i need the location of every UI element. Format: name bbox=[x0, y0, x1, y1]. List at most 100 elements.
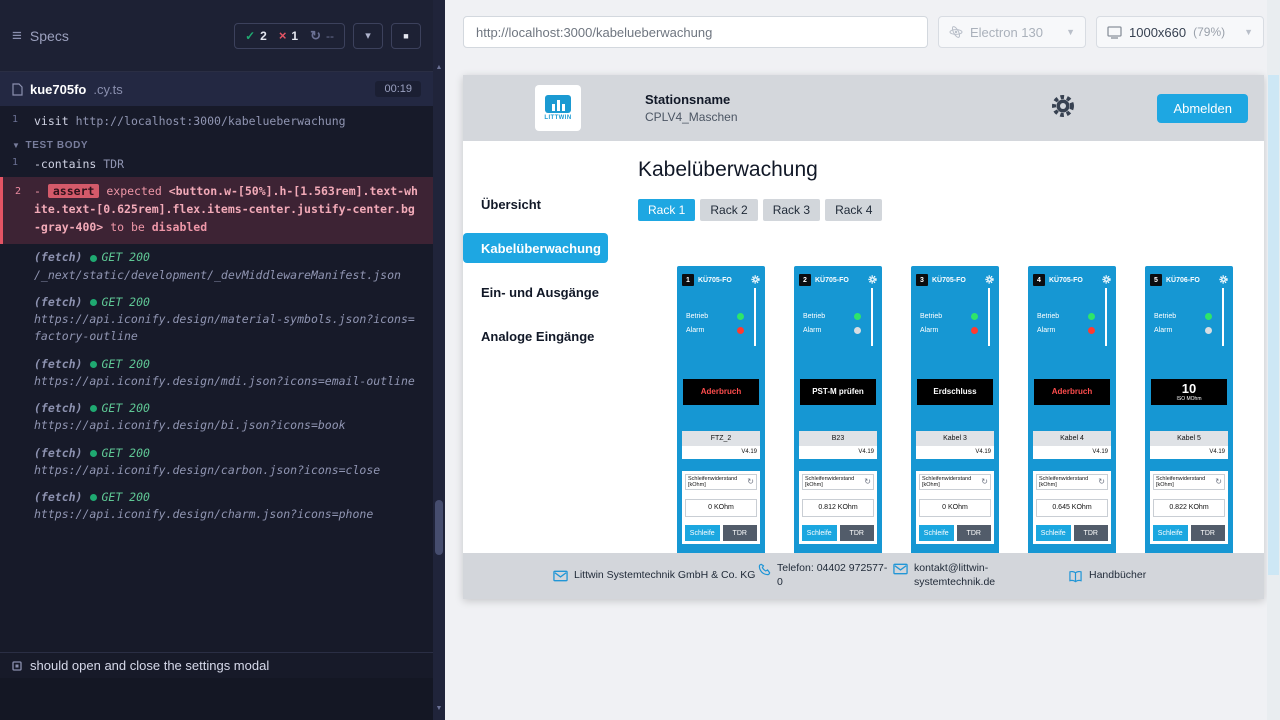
sidebar-item-uebersicht[interactable]: Übersicht bbox=[463, 189, 618, 219]
fetch-url: https://api.iconify.design/charm.json?ic… bbox=[34, 506, 421, 523]
logout-button[interactable]: Abmelden bbox=[1157, 94, 1248, 123]
tdr-button[interactable]: TDR bbox=[1191, 525, 1226, 541]
fetch-url: https://api.iconify.design/bi.json?icons… bbox=[34, 417, 421, 434]
gear-icon[interactable] bbox=[868, 271, 877, 289]
log-fetch-entry[interactable]: (fetch)GET 200 https://api.iconify.desig… bbox=[0, 395, 433, 440]
footer-phone: Telefon: 04402 972577-0 bbox=[758, 562, 893, 589]
cable-name-panel: B23V4.19 bbox=[799, 431, 877, 459]
log-fetch-entry[interactable]: (fetch)GET 200 https://api.iconify.desig… bbox=[0, 484, 433, 529]
status-display: 10ISO MOhm bbox=[1151, 379, 1227, 405]
app-header: LITTWIN Stationsname CPLV4_Maschen Abmel… bbox=[463, 75, 1264, 141]
gear-icon[interactable] bbox=[751, 271, 760, 289]
fetch-url: https://api.iconify.design/mdi.json?icon… bbox=[34, 373, 421, 390]
test-body-section[interactable]: ▼ TEST BODY bbox=[12, 140, 433, 151]
card-model: KÜ706-FO bbox=[1166, 277, 1216, 284]
fetch-url: https://api.iconify.design/carbon.json?i… bbox=[34, 462, 421, 479]
card-model: KÜ705-FO bbox=[1049, 277, 1099, 284]
tab-rack-2[interactable]: Rack 2 bbox=[700, 199, 757, 221]
collapse-button[interactable]: ▾ bbox=[353, 23, 383, 49]
refresh-icon[interactable]: ↻ bbox=[1098, 478, 1105, 486]
fetch-status: GET 200 bbox=[90, 400, 149, 417]
specs-label: Specs bbox=[30, 28, 69, 44]
log-command-visit[interactable]: 1 visit http://localhost:3000/kabelueber… bbox=[0, 111, 433, 131]
scroll-down-icon[interactable]: ▼ bbox=[433, 705, 445, 712]
url-input[interactable]: http://localhost:3000/kabelueberwachung bbox=[463, 16, 928, 48]
log-fetch-entry[interactable]: (fetch)GET 200 https://api.iconify.desig… bbox=[0, 440, 433, 485]
panel-filler bbox=[0, 678, 433, 720]
footer-company: Littwin Systemtechnik GmbH & Co. KG bbox=[553, 569, 758, 583]
settings-gear-icon[interactable] bbox=[1051, 94, 1075, 123]
resistance-panel: Schleifenwiderstand [kOhm]↻ 0.812 KOhm S… bbox=[799, 471, 877, 544]
next-test-item[interactable]: should open and close the settings modal bbox=[0, 652, 433, 678]
sidebar-item-kabelueberwachung[interactable]: Kabelüberwachung bbox=[463, 233, 608, 263]
rack-tabs: Rack 1 Rack 2 Rack 3 Rack 4 bbox=[638, 199, 1264, 221]
schleife-button[interactable]: Schleife bbox=[685, 525, 720, 541]
test-stats: ✓2 ×1 ↻-- bbox=[234, 23, 345, 49]
schleife-button[interactable]: Schleife bbox=[802, 525, 837, 541]
resistance-panel: Schleifenwiderstand [kOhm]↻ 0.822 KOhm S… bbox=[1150, 471, 1228, 544]
page-title: Kabelüberwachung bbox=[638, 158, 1264, 182]
specs-toggle[interactable]: ≡ Specs bbox=[12, 27, 69, 44]
tdr-button[interactable]: TDR bbox=[1074, 525, 1109, 541]
tdr-button[interactable]: TDR bbox=[840, 525, 875, 541]
card-number: 5 bbox=[1150, 274, 1162, 286]
sidebar-item-ein-und-ausgaenge[interactable]: Ein- und Ausgänge bbox=[463, 277, 618, 307]
betrieb-label: Betrieb bbox=[1037, 313, 1059, 320]
cable-name-panel: FTZ_2V4.19 bbox=[682, 431, 760, 459]
schleife-button[interactable]: Schleife bbox=[1153, 525, 1188, 541]
firmware-version: V4.19 bbox=[916, 446, 994, 459]
firmware-version: V4.19 bbox=[1150, 446, 1228, 459]
browser-pane: http://localhost:3000/kabelueberwachung … bbox=[445, 0, 1280, 720]
viewport-selector[interactable]: 1000x660 (79%) ▼ bbox=[1096, 16, 1264, 48]
schleife-button[interactable]: Schleife bbox=[919, 525, 954, 541]
scroll-up-icon[interactable]: ▲ bbox=[433, 64, 445, 71]
refresh-icon[interactable]: ↻ bbox=[747, 478, 754, 486]
card-model: KÜ705-FO bbox=[932, 277, 982, 284]
betrieb-led bbox=[854, 313, 861, 320]
schleife-button[interactable]: Schleife bbox=[1036, 525, 1071, 541]
gear-icon[interactable] bbox=[985, 271, 994, 289]
footer-manuals[interactable]: Handbücher bbox=[1068, 569, 1146, 583]
gear-icon[interactable] bbox=[1219, 271, 1228, 289]
log-assert-failed[interactable]: 2 - assert expected <button.w-[50%].h-[1… bbox=[0, 177, 433, 244]
device-card: 5KÜ706-FO Betrieb Alarm 10ISO MOhm Kabel… bbox=[1145, 266, 1233, 553]
betrieb-led bbox=[1205, 313, 1212, 320]
tab-rack-3[interactable]: Rack 3 bbox=[763, 199, 820, 221]
tab-rack-1[interactable]: Rack 1 bbox=[638, 199, 695, 221]
refresh-icon[interactable]: ↻ bbox=[1215, 478, 1222, 486]
reporter-header: ≡ Specs ✓2 ×1 ↻-- ▾ ■ bbox=[0, 0, 433, 72]
resistance-label: Schleifenwiderstand [kOhm] bbox=[805, 476, 864, 488]
firmware-version: V4.19 bbox=[799, 446, 877, 459]
log-fetch-entry[interactable]: (fetch)GET 200 /_next/static/development… bbox=[0, 244, 433, 289]
spec-header[interactable]: kue705fo .cy.ts 00:19 bbox=[0, 72, 433, 106]
app-sidebar: Übersicht Kabelüberwachung Ein- und Ausg… bbox=[463, 141, 618, 553]
tab-rack-4[interactable]: Rack 4 bbox=[825, 199, 882, 221]
fetch-status: GET 200 bbox=[90, 294, 149, 311]
log-fetch-entry[interactable]: (fetch)GET 200 https://api.iconify.desig… bbox=[0, 289, 433, 351]
sidebar-item-analoge-eingaenge[interactable]: Analoge Eingänge bbox=[463, 321, 618, 351]
alarm-led bbox=[737, 327, 744, 334]
command-log: 1 visit http://localhost:3000/kabelueber… bbox=[0, 106, 433, 652]
gear-icon[interactable] bbox=[1102, 271, 1111, 289]
alarm-label: Alarm bbox=[920, 327, 938, 334]
spec-duration: 00:19 bbox=[375, 81, 421, 97]
reporter-scrollbar[interactable]: ▲ ▼ bbox=[433, 0, 445, 720]
status-display: Erdschluss bbox=[917, 379, 993, 405]
scrollbar-thumb[interactable] bbox=[435, 500, 443, 555]
assert-badge: assert bbox=[48, 184, 100, 198]
refresh-icon[interactable]: ↻ bbox=[864, 478, 871, 486]
cable-name-panel: Kabel 4V4.19 bbox=[1033, 431, 1111, 459]
log-command-contains[interactable]: 1 -contains TDR bbox=[0, 154, 433, 174]
page-scrollbar[interactable] bbox=[1267, 0, 1280, 720]
email-icon bbox=[893, 563, 908, 575]
browser-selector[interactable]: Electron 130 ▼ bbox=[938, 16, 1086, 48]
scrollbar-thumb[interactable] bbox=[1268, 75, 1279, 575]
stop-button[interactable]: ■ bbox=[391, 23, 421, 49]
refresh-icon[interactable]: ↻ bbox=[981, 478, 988, 486]
log-fetch-entry[interactable]: (fetch)GET 200 https://api.iconify.desig… bbox=[0, 351, 433, 396]
tdr-button[interactable]: TDR bbox=[723, 525, 758, 541]
status-dot-icon bbox=[90, 405, 97, 412]
alarm-led bbox=[854, 327, 861, 334]
resistance-value: 0.822 KOhm bbox=[1153, 499, 1225, 517]
tdr-button[interactable]: TDR bbox=[957, 525, 992, 541]
